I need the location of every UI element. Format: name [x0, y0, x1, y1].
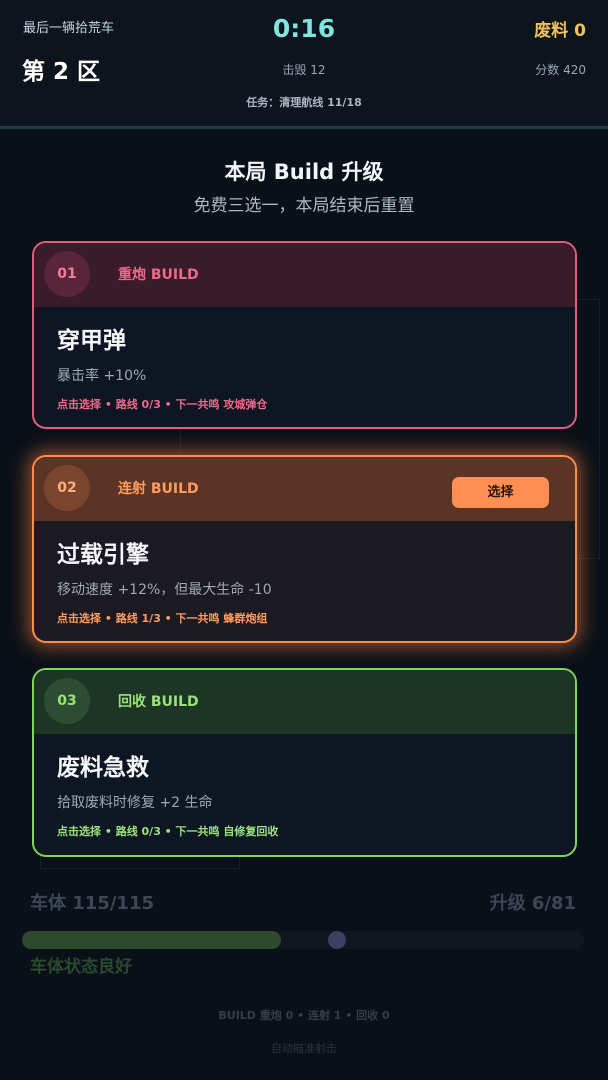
upgrade-name: 过载引擎	[57, 542, 149, 568]
upgrade-progress: 升级 6/81	[489, 893, 576, 914]
upgrade-card-scrap-first-aid[interactable]: 03 回收 BUILD 废料急救 拾取废料时修复 +2 生命 点击选择 • 路线…	[32, 668, 577, 857]
hull-health: 车体 115/115	[30, 893, 154, 914]
hull-status: 车体状态良好	[30, 957, 132, 977]
score: 分数 420	[535, 63, 586, 77]
card-index-badge: 03	[44, 678, 90, 724]
upgrade-description: 移动速度 +12%，但最大生命 -10	[57, 582, 272, 598]
route-progress: 点击选择 • 路线 0/3 • 下一共鸣 攻城弹仓	[57, 398, 268, 411]
health-bar	[22, 931, 584, 949]
card-index-badge: 02	[44, 465, 90, 511]
build-type-label: 重炮 BUILD	[118, 267, 199, 283]
route-progress: 点击选择 • 路线 1/3 • 下一共鸣 蜂群炮组	[57, 612, 268, 625]
build-summary: BUILD 重炮 0 • 连射 1 • 回收 0	[218, 1009, 390, 1022]
upgrade-description: 拾取废料时修复 +2 生命	[57, 795, 213, 811]
panel-title: 本局 Build 升级	[224, 160, 384, 184]
card-index-badge: 01	[44, 251, 90, 297]
auto-fire-hint: 自动瞄准射击	[271, 1042, 337, 1055]
route-progress: 点击选择 • 路线 0/3 • 下一共鸣 自修复回收	[57, 825, 279, 838]
card-header: 03 回收 BUILD	[34, 670, 575, 734]
scrap-count: 废料 0	[534, 21, 586, 41]
card-header: 02 连射 BUILD 选择	[34, 457, 575, 521]
build-type-label: 连射 BUILD	[118, 481, 199, 497]
mission-progress: 任务：清理航线 11/18	[246, 96, 362, 109]
card-header: 01 重炮 BUILD	[34, 243, 575, 307]
panel-subtitle: 免费三选一，本局结束后重置	[193, 196, 415, 216]
upgrade-name: 废料急救	[57, 755, 149, 781]
upgrade-card-overload-engine[interactable]: 02 连射 BUILD 选择 过载引擎 移动速度 +12%，但最大生命 -10 …	[32, 455, 577, 643]
upgrade-description: 暴击率 +10%	[57, 368, 147, 384]
kill-count: 击毁 12	[282, 63, 326, 77]
select-button[interactable]: 选择	[452, 477, 549, 508]
upgrade-card-armor-piercing[interactable]: 01 重炮 BUILD 穿甲弹 暴击率 +10% 点击选择 • 路线 0/3 •…	[32, 241, 577, 429]
upgrade-name: 穿甲弹	[57, 328, 126, 354]
xp-marker	[328, 931, 346, 949]
build-type-label: 回收 BUILD	[118, 694, 199, 710]
top-hud: 最后一辆拾荒车 第 2 区 0:16 击毁 12 任务：清理航线 11/18 废…	[0, 0, 608, 128]
health-bar-fill	[22, 931, 281, 949]
timer: 0:16	[272, 14, 336, 43]
